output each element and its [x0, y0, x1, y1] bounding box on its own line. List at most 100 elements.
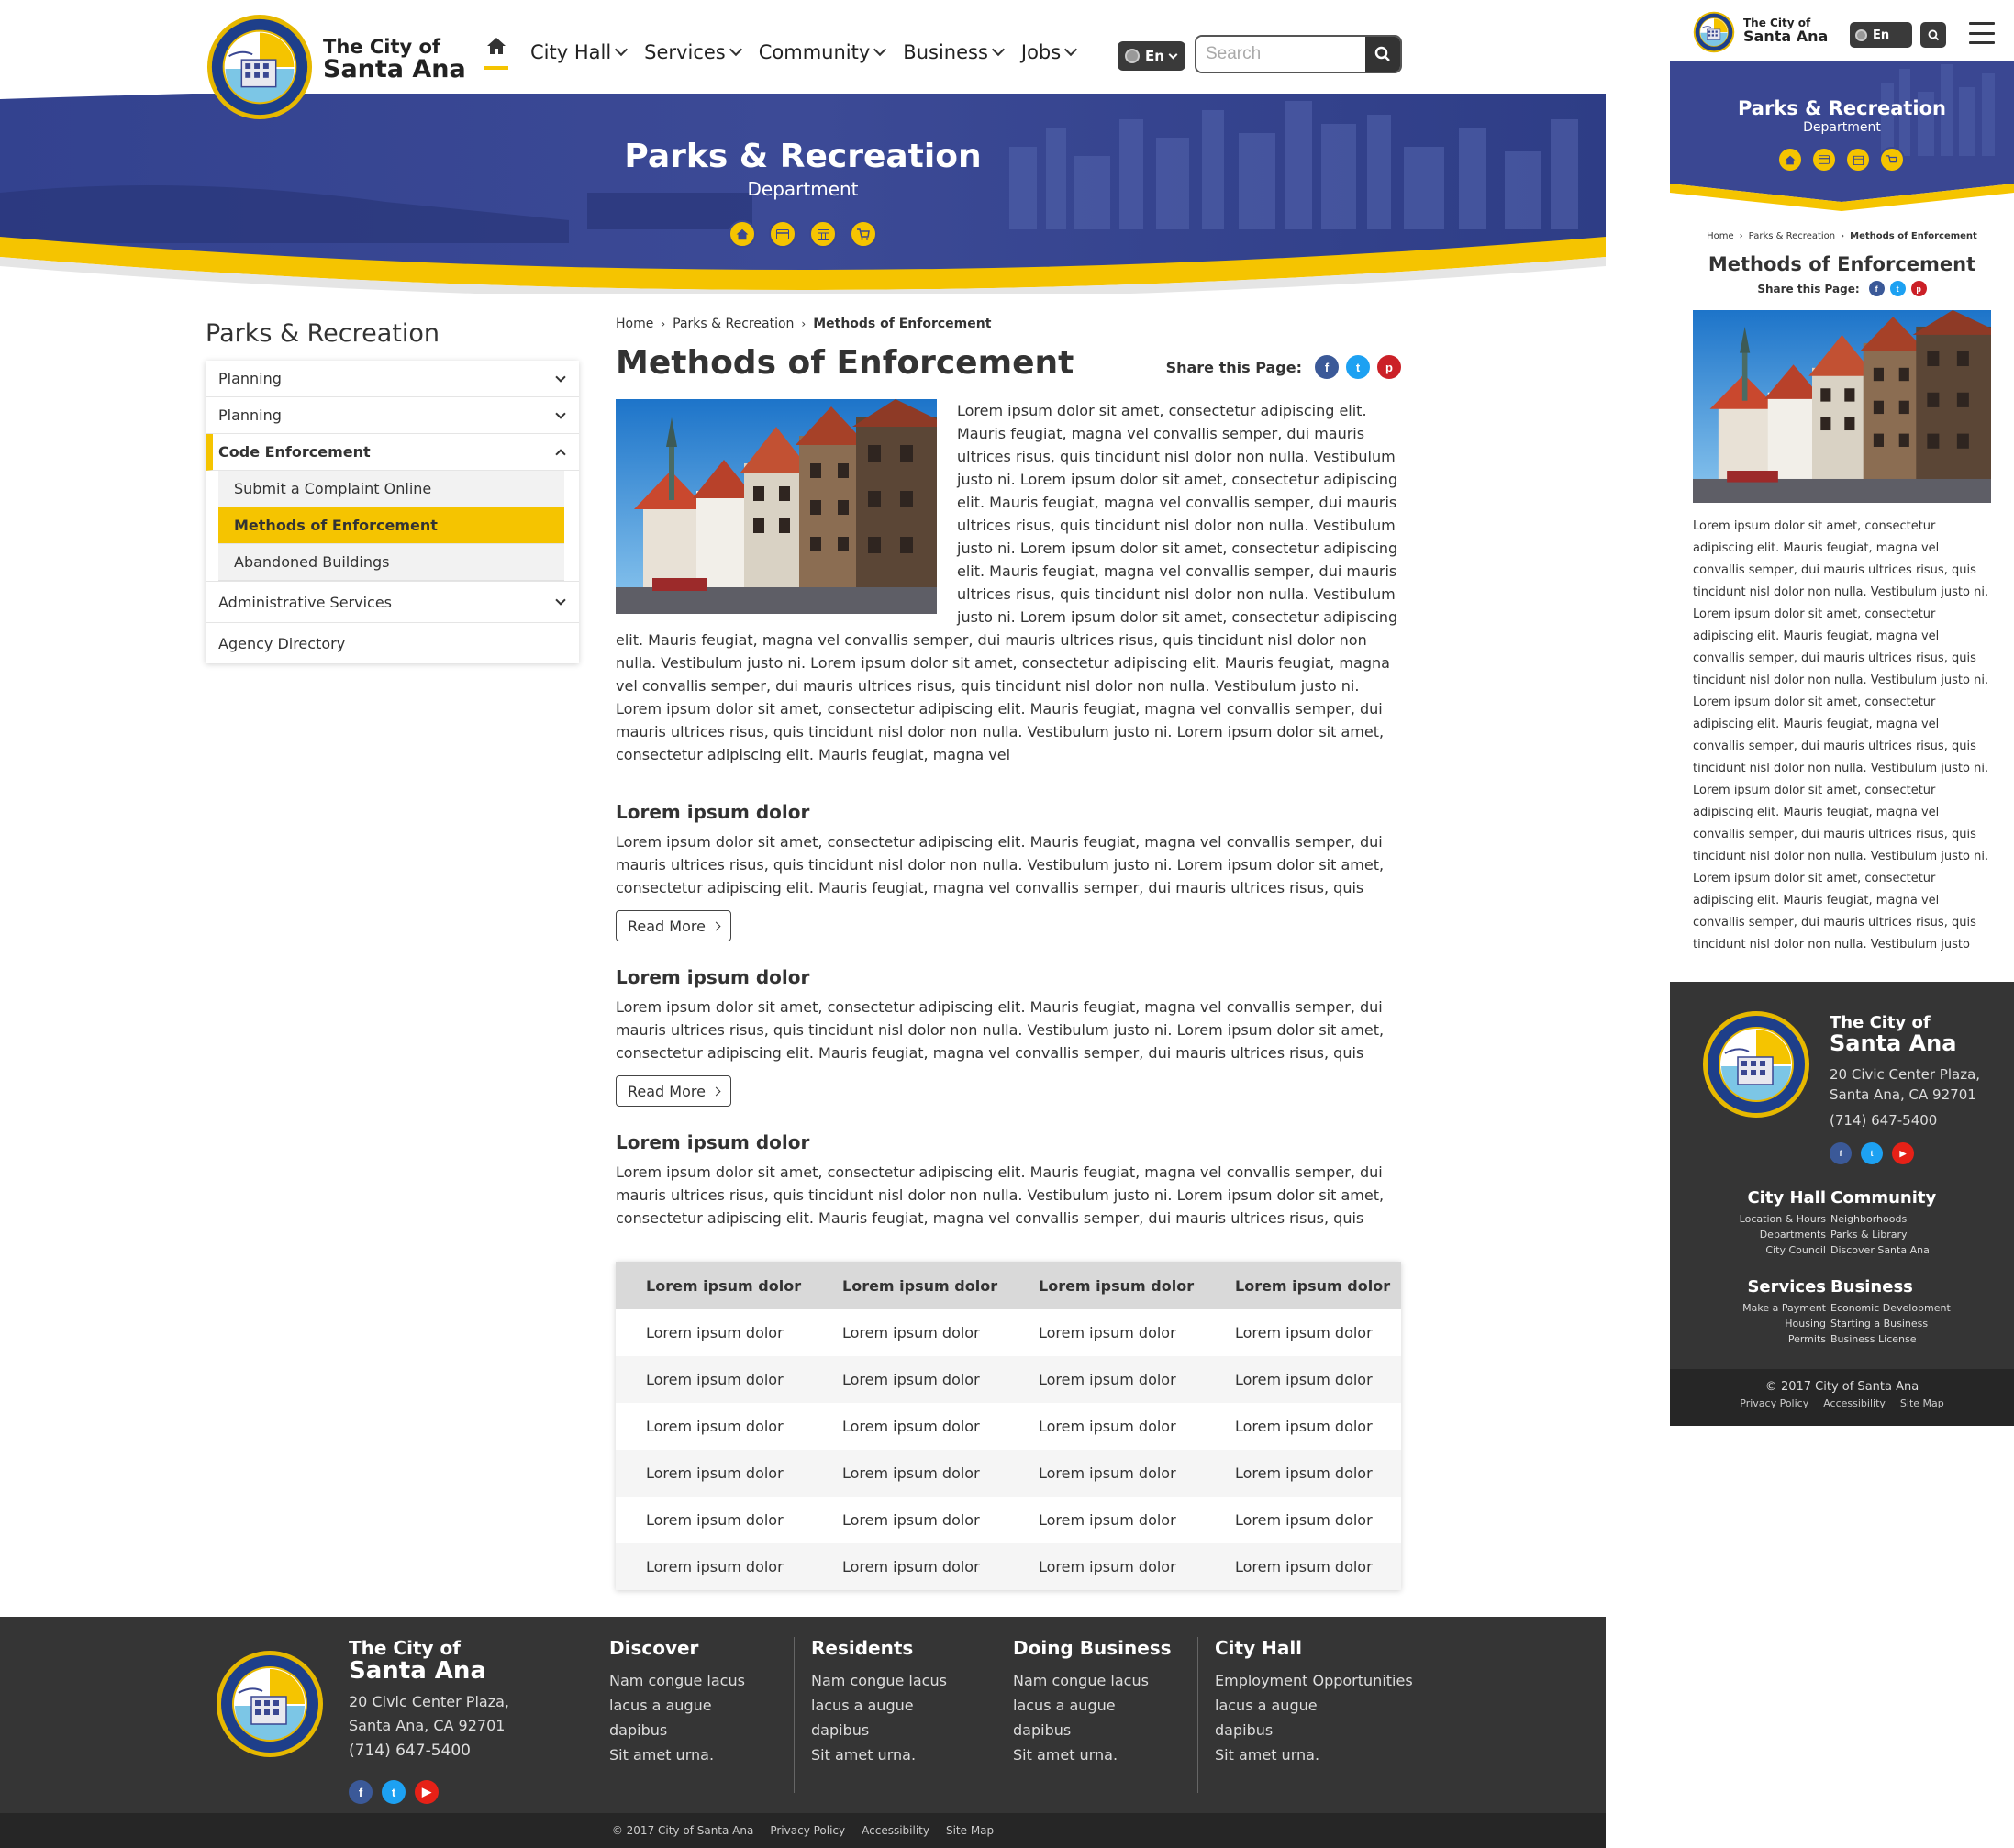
nav-community[interactable]: Community [759, 41, 887, 63]
pinterest-icon[interactable]: p [1377, 355, 1401, 379]
facebook-icon[interactable]: f [1830, 1142, 1852, 1164]
footer-phone[interactable]: (714) 647-5400 [1830, 1112, 1937, 1129]
sidebar-item-administrative-services[interactable]: Administrative Services [206, 581, 579, 623]
nav-home[interactable] [484, 37, 508, 70]
banner-subtitle: Department [1803, 120, 1881, 135]
twitter-icon[interactable]: t [1889, 281, 1906, 296]
sidebar-nav: Planning Planning Code Enforcement Submi… [206, 361, 579, 663]
twitter-icon[interactable]: t [1346, 355, 1370, 379]
city-seal-logo[interactable] [1693, 11, 1735, 53]
footer-link[interactable]: Neighborhoods [1830, 1211, 1986, 1227]
home-icon[interactable] [1777, 147, 1803, 173]
breadcrumb-section[interactable]: Parks & Recreation [673, 317, 794, 331]
search-icon [1928, 29, 1939, 40]
card-icon[interactable] [1811, 147, 1837, 173]
footer-link[interactable]: Departments [1670, 1227, 1826, 1242]
table-cell: Lorem ipsum dolor [1235, 1511, 1373, 1529]
sidebar-item-code-enforcement[interactable]: Code Enforcement [206, 434, 579, 471]
language-selector[interactable]: En [1850, 22, 1912, 48]
facebook-icon[interactable]: f [1315, 355, 1339, 379]
search-button[interactable] [1365, 37, 1400, 72]
chevron-right-icon: › [1739, 231, 1743, 241]
footer-link[interactable]: Sit amet urna. [609, 1742, 802, 1767]
footer-link[interactable]: Housing [1670, 1316, 1826, 1331]
read-more-button[interactable]: Read More [616, 910, 731, 941]
accessibility-link[interactable]: Accessibility [862, 1824, 929, 1837]
city-seal-logo[interactable] [206, 13, 314, 121]
table-row: Lorem ipsum dolor Lorem ipsum dolor Lorem … [616, 1403, 1401, 1450]
nav-jobs[interactable]: Jobs [1021, 41, 1078, 63]
facebook-icon[interactable]: f [1868, 281, 1885, 296]
footer-link[interactable]: dapibus [1013, 1718, 1206, 1742]
search-input[interactable] [1196, 37, 1365, 72]
read-more-button[interactable]: Read More [616, 1075, 731, 1107]
search-button[interactable] [1920, 22, 1946, 48]
twitter-icon[interactable]: t [382, 1780, 406, 1804]
calendar-icon[interactable] [1845, 147, 1871, 173]
footer-link[interactable]: Economic Development [1830, 1300, 1986, 1316]
footer-link[interactable]: Permits [1670, 1331, 1826, 1347]
site-brand[interactable]: The City of Santa Ana [323, 37, 466, 83]
twitter-icon[interactable]: t [1861, 1142, 1883, 1164]
youtube-icon[interactable]: ▶ [1892, 1142, 1914, 1164]
footer-link[interactable]: lacus a augue [1215, 1693, 1453, 1718]
footer-link[interactable]: Employment Opportunities [1215, 1668, 1453, 1693]
table-cell: Lorem ipsum dolor [646, 1511, 784, 1529]
banner-quicklinks [729, 220, 877, 248]
nav-city-hall[interactable]: City Hall [530, 41, 629, 63]
sidebar-subitem-abandoned-buildings[interactable]: Abandoned Buildings [218, 544, 564, 581]
table-cell: Lorem ipsum dolor [842, 1324, 980, 1341]
home-icon[interactable] [729, 220, 756, 248]
mobile-brand[interactable]: The City of Santa Ana [1743, 17, 1828, 44]
footer-link[interactable]: Sit amet urna. [1215, 1742, 1453, 1767]
sidebar-item-planning-2[interactable]: Planning [206, 397, 579, 434]
home-icon [487, 38, 506, 54]
footer-link[interactable]: Discover Santa Ana [1830, 1242, 1986, 1258]
footer-link[interactable]: lacus a augue [1013, 1693, 1206, 1718]
accessibility-link[interactable]: Accessibility [1823, 1397, 1886, 1409]
footer-link[interactable]: Sit amet urna. [1013, 1742, 1206, 1767]
table-cell: Lorem ipsum dolor [646, 1371, 784, 1388]
footer-link[interactable]: Business License [1830, 1331, 1986, 1347]
sidebar-item-agency-directory[interactable]: Agency Directory [206, 623, 579, 663]
footer-link[interactable]: Parks & Library [1830, 1227, 1986, 1242]
footer-link[interactable]: Nam congue lacus [811, 1668, 1004, 1693]
site-map-link[interactable]: Site Map [946, 1824, 994, 1837]
footer-link[interactable]: lacus a augue [609, 1693, 802, 1718]
cart-icon[interactable] [850, 220, 877, 248]
privacy-policy-link[interactable]: Privacy Policy [770, 1824, 845, 1837]
calendar-icon[interactable] [809, 220, 837, 248]
footer-link[interactable]: Sit amet urna. [811, 1742, 1004, 1767]
youtube-icon[interactable]: ▶ [415, 1780, 439, 1804]
privacy-policy-link[interactable]: Privacy Policy [1740, 1397, 1808, 1409]
footer-link[interactable]: City Council [1670, 1242, 1826, 1258]
sidebar-subitem-methods-of-enforcement[interactable]: Methods of Enforcement [218, 507, 564, 544]
breadcrumb-section[interactable]: Parks & Recreation [1749, 231, 1835, 241]
footer-link[interactable]: dapibus [1215, 1718, 1453, 1742]
site-map-link[interactable]: Site Map [1900, 1397, 1944, 1409]
footer-phone[interactable]: (714) 647-5400 [349, 1742, 471, 1760]
breadcrumb-home[interactable]: Home [616, 317, 653, 331]
card-icon[interactable] [769, 220, 796, 248]
footer-link[interactable]: Make a Payment [1670, 1300, 1826, 1316]
footer-social: f t ▶ [349, 1780, 439, 1804]
footer-link[interactable]: dapibus [609, 1718, 802, 1742]
section-text: Lorem ipsum dolor sit amet, consectetur … [616, 1163, 1385, 1227]
sidebar-subitem-submit-complaint[interactable]: Submit a Complaint Online [218, 471, 564, 507]
cart-icon[interactable] [1879, 147, 1905, 173]
footer-link[interactable]: Nam congue lacus [609, 1668, 802, 1693]
nav-services[interactable]: Services [644, 41, 742, 63]
pinterest-icon[interactable]: p [1910, 281, 1927, 296]
sidebar-item-planning[interactable]: Planning [206, 361, 579, 397]
footer-link[interactable]: Starting a Business [1830, 1316, 1986, 1331]
table-header-cell: Lorem ipsum dolor [646, 1276, 802, 1295]
breadcrumb-home[interactable]: Home [1707, 231, 1734, 241]
footer-link[interactable]: Location & Hours [1670, 1211, 1826, 1227]
facebook-icon[interactable]: f [349, 1780, 373, 1804]
hamburger-menu-icon[interactable] [1969, 22, 1995, 44]
footer-link[interactable]: lacus a augue [811, 1693, 1004, 1718]
language-selector[interactable]: En [1118, 41, 1185, 71]
nav-business[interactable]: Business [903, 41, 1005, 63]
footer-link[interactable]: dapibus [811, 1718, 1004, 1742]
footer-link[interactable]: Nam congue lacus [1013, 1668, 1206, 1693]
